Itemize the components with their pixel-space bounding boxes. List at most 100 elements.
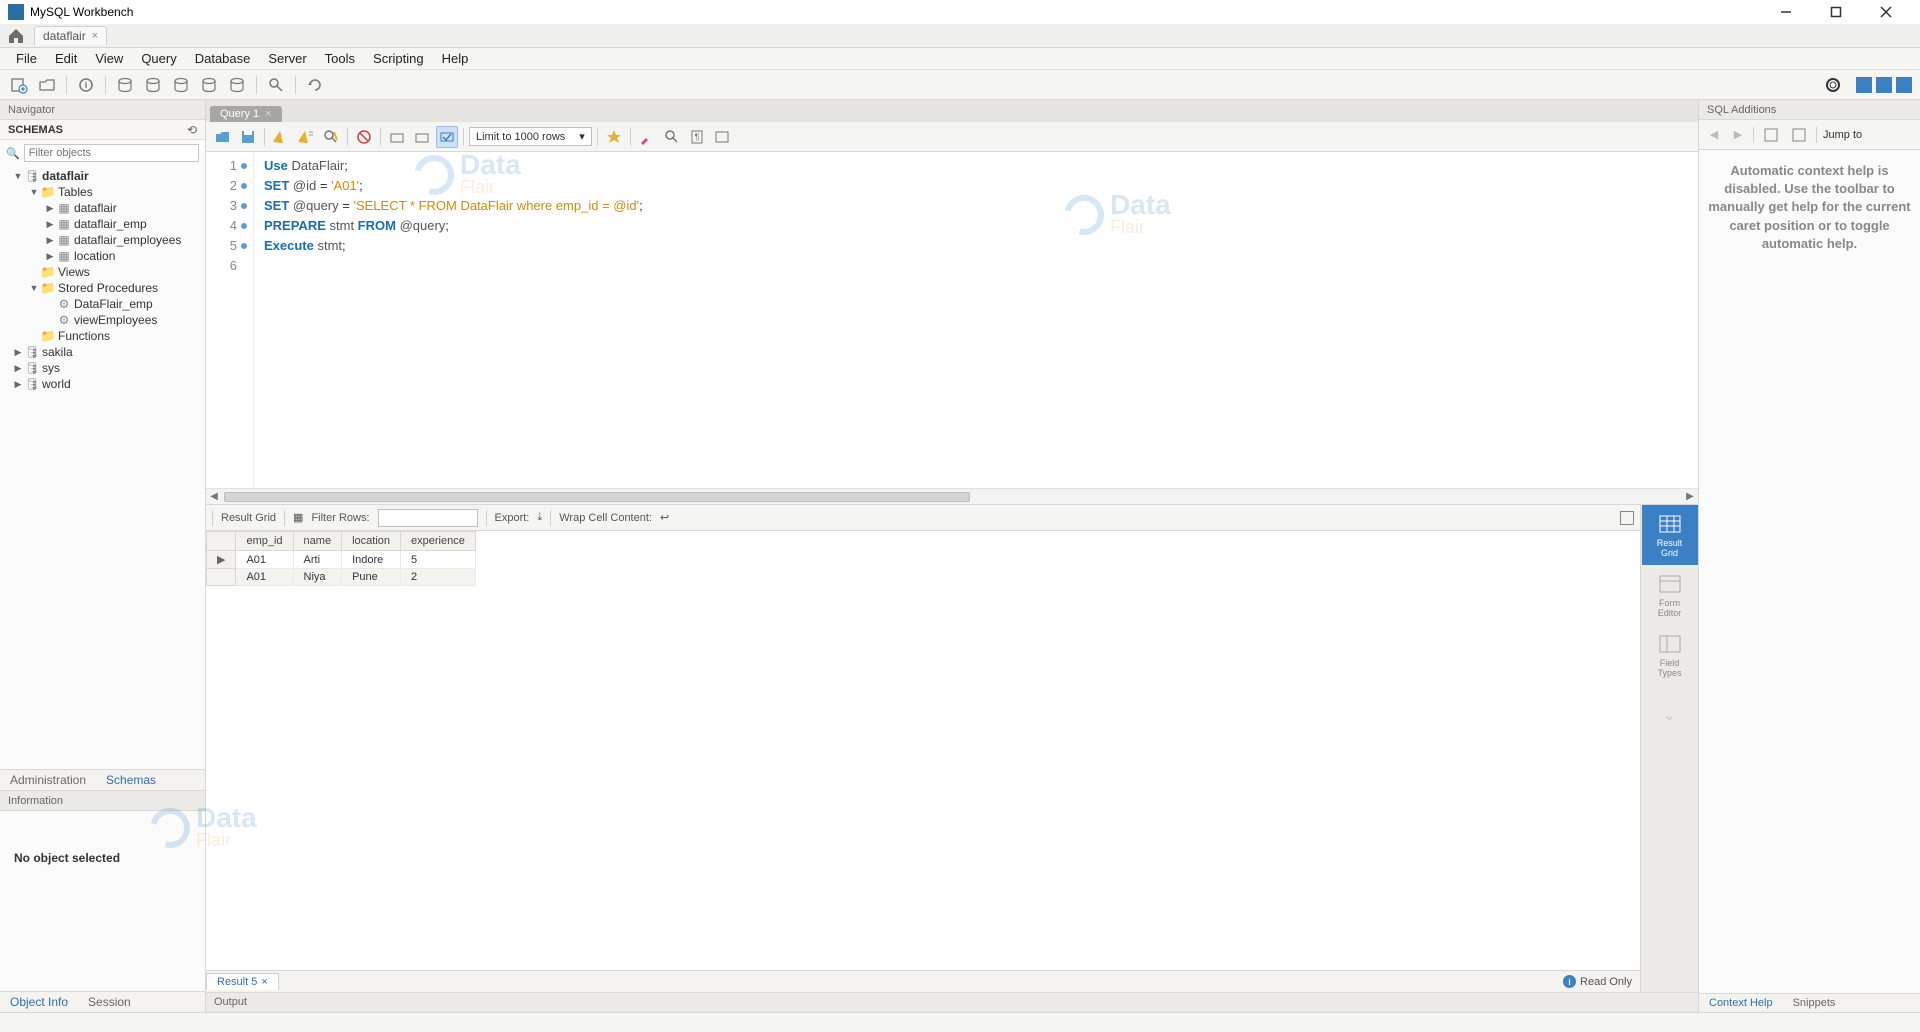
field-types-button[interactable]: Field Types	[1642, 625, 1698, 685]
favorite-icon[interactable]	[603, 126, 625, 148]
open-file-icon[interactable]	[212, 126, 234, 148]
schema-item[interactable]: ▶🛢sakila	[0, 344, 205, 360]
minimize-button[interactable]	[1770, 1, 1802, 23]
toggle-panel-icon[interactable]	[1620, 511, 1634, 525]
invisible-chars-icon[interactable]: ¶	[686, 126, 708, 148]
tables-folder[interactable]: ▼📁Tables	[0, 184, 205, 200]
panel-bottom-toggle[interactable]	[1876, 77, 1892, 93]
grid-view-icon[interactable]: ▦	[293, 511, 303, 524]
help-auto-icon[interactable]	[1788, 124, 1810, 146]
settings-gear-icon[interactable]	[1822, 74, 1844, 96]
close-icon[interactable]: ×	[265, 108, 271, 120]
menu-scripting[interactable]: Scripting	[365, 49, 432, 68]
tab-schemas[interactable]: Schemas	[96, 770, 166, 790]
explain-icon[interactable]	[320, 126, 342, 148]
sp-folder[interactable]: ▼📁Stored Procedures	[0, 280, 205, 296]
new-sql-tab-icon[interactable]	[8, 74, 30, 96]
commit-icon[interactable]	[386, 126, 408, 148]
result-grid-label: Result Grid	[221, 512, 276, 524]
limit-rows-combo[interactable]: Limit to 1000 rows ▾	[469, 127, 592, 146]
db-icon-5[interactable]	[226, 74, 248, 96]
connection-tab[interactable]: dataflair ×	[34, 26, 107, 45]
scroll-down-button[interactable]: ⌄	[1642, 685, 1698, 745]
tab-session[interactable]: Session	[78, 992, 141, 1012]
menu-help[interactable]: Help	[434, 49, 477, 68]
search-tool-icon[interactable]	[265, 74, 287, 96]
result-grid-button[interactable]: Result Grid	[1642, 505, 1698, 565]
menu-database[interactable]: Database	[187, 49, 259, 68]
editor-tabbar: Query 1 ×	[206, 100, 1698, 122]
schema-dataflair[interactable]: ▼🛢dataflair	[0, 168, 205, 184]
table-item[interactable]: ▶▦dataflair_emp	[0, 216, 205, 232]
views-folder[interactable]: 📁Views	[0, 264, 205, 280]
toolbar-right	[1822, 74, 1912, 96]
help-cursor-icon[interactable]	[1760, 124, 1782, 146]
back-icon[interactable]: ◀	[1705, 128, 1723, 141]
execute-icon[interactable]	[270, 126, 292, 148]
table-item[interactable]: ▶▦dataflair	[0, 200, 205, 216]
db-icon-1[interactable]	[114, 74, 136, 96]
result-grid[interactable]: emp_idnamelocationexperience▶A01ArtiIndo…	[206, 531, 1640, 970]
tab-context-help[interactable]: Context Help	[1699, 994, 1783, 1012]
sql-additions-title: SQL Additions	[1707, 104, 1776, 116]
procedure-item[interactable]: ⚙DataFlair_emp	[0, 296, 205, 312]
db-icon-4[interactable]	[198, 74, 220, 96]
table-item[interactable]: ▶▦dataflair_employees	[0, 232, 205, 248]
schema-item[interactable]: ▶🛢world	[0, 376, 205, 392]
close-icon[interactable]: ×	[92, 30, 98, 42]
wrap-cell-icon[interactable]: ↩	[660, 511, 669, 524]
editor-scrollbar[interactable]: ◀▶	[206, 488, 1698, 504]
form-editor-button[interactable]: Form Editor	[1642, 565, 1698, 625]
inspector-icon[interactable]: i	[75, 74, 97, 96]
panel-right-toggle[interactable]	[1896, 77, 1912, 93]
close-icon[interactable]: ×	[261, 976, 267, 988]
refresh-icon[interactable]: ⟲	[187, 123, 197, 137]
code-area[interactable]: DataFlair DataFlair Use DataFlair;SET @i…	[254, 152, 1698, 488]
stop-icon[interactable]	[353, 126, 375, 148]
forward-icon[interactable]: ▶	[1729, 128, 1747, 141]
autocommit-toggle[interactable]	[436, 126, 458, 148]
functions-folder[interactable]: 📁Functions	[0, 328, 205, 344]
menu-tools[interactable]: Tools	[317, 49, 363, 68]
menu-file[interactable]: File	[8, 49, 45, 68]
menu-query[interactable]: Query	[133, 49, 184, 68]
results-toolbar: Result Grid ▦ Filter Rows: Export: ⤓ Wra…	[206, 505, 1640, 531]
menu-edit[interactable]: Edit	[47, 49, 85, 68]
execute-current-icon[interactable]	[295, 126, 317, 148]
home-icon[interactable]	[6, 26, 26, 46]
find-icon[interactable]	[661, 126, 683, 148]
close-button[interactable]	[1870, 1, 1902, 23]
beautify-icon[interactable]	[636, 126, 658, 148]
rollback-icon[interactable]	[411, 126, 433, 148]
save-icon[interactable]	[237, 126, 259, 148]
separator	[105, 76, 106, 94]
schemas-label: SCHEMAS	[8, 124, 63, 136]
db-icon-2[interactable]	[142, 74, 164, 96]
menu-server[interactable]: Server	[260, 49, 314, 68]
tab-object-info[interactable]: Object Info	[0, 992, 78, 1012]
jump-to-label[interactable]: Jump to	[1823, 129, 1862, 141]
panel-left-toggle[interactable]	[1856, 77, 1872, 93]
wrap-lines-icon[interactable]	[711, 126, 733, 148]
code-editor[interactable]: 123456 DataFlair DataFlair Use DataFlair…	[206, 152, 1698, 488]
statusbar	[0, 1012, 1920, 1032]
schema-item[interactable]: ▶🛢sys	[0, 360, 205, 376]
info-tabs: Object Info Session	[0, 991, 205, 1012]
separator	[66, 76, 67, 94]
filter-rows-input[interactable]	[378, 509, 478, 527]
editor-tab[interactable]: Query 1 ×	[210, 106, 282, 122]
procedure-item[interactable]: ⚙viewEmployees	[0, 312, 205, 328]
tab-snippets[interactable]: Snippets	[1783, 994, 1846, 1012]
export-icon[interactable]: ⤓	[537, 511, 542, 524]
filter-input[interactable]	[24, 144, 199, 162]
reconnect-icon[interactable]	[304, 74, 326, 96]
db-icon-3[interactable]	[170, 74, 192, 96]
schema-tree[interactable]: ▼🛢dataflair ▼📁Tables ▶▦dataflair ▶▦dataf…	[0, 166, 205, 769]
open-sql-file-icon[interactable]	[36, 74, 58, 96]
maximize-button[interactable]	[1820, 1, 1852, 23]
menu-view[interactable]: View	[87, 49, 131, 68]
tab-administration[interactable]: Administration	[0, 770, 96, 790]
result-tab[interactable]: Result 5 ×	[206, 973, 279, 990]
information-header: Information	[0, 791, 205, 811]
table-item[interactable]: ▶▦location	[0, 248, 205, 264]
